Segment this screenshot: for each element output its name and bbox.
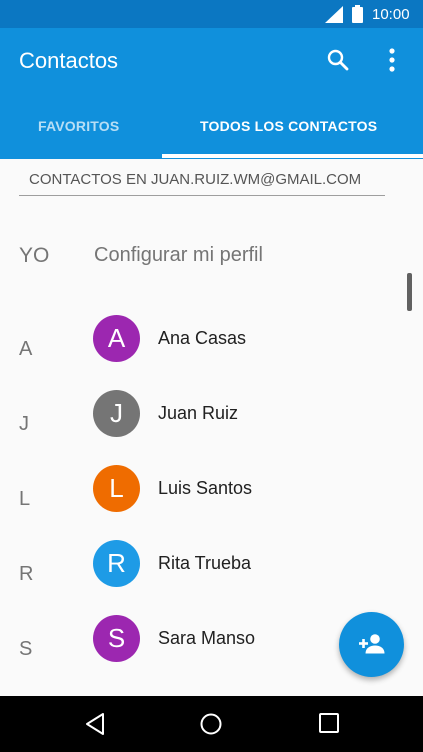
configure-profile-link[interactable]: Configurar mi perfil bbox=[94, 244, 263, 267]
section-letter: A bbox=[19, 338, 33, 360]
contact-name: Juan Ruiz bbox=[158, 403, 239, 423]
add-person-icon bbox=[359, 634, 385, 654]
section-letter: J bbox=[19, 413, 29, 435]
contact-name: Rita Trueba bbox=[158, 553, 252, 573]
tab-todos-los-contactos[interactable]: TODOS LOS CONTACTOS bbox=[200, 118, 377, 134]
avatar: J bbox=[93, 390, 140, 437]
tab-favoritos[interactable]: FAVORITOS bbox=[38, 118, 119, 134]
home-icon[interactable] bbox=[199, 712, 223, 736]
status-time: 10:00 bbox=[372, 6, 410, 23]
avatar: A bbox=[93, 315, 140, 362]
contact-row[interactable]: R R Rita Trueba bbox=[0, 540, 423, 610]
section-letter: S bbox=[19, 638, 33, 660]
navigation-bar bbox=[0, 696, 423, 752]
contact-name: Ana Casas bbox=[158, 328, 247, 348]
signal-icon bbox=[325, 6, 343, 23]
contact-name: Luis Santos bbox=[158, 478, 253, 498]
contact-name: Sara Manso bbox=[158, 628, 256, 648]
contact-row[interactable]: A A Ana Casas bbox=[0, 315, 423, 385]
contact-row[interactable]: J J Juan Ruiz bbox=[0, 390, 423, 460]
scrollbar-thumb[interactable] bbox=[407, 273, 412, 311]
account-header: CONTACTOS EN JUAN.RUIZ.WM@GMAIL.COM bbox=[19, 171, 385, 196]
me-section-letter: YO bbox=[19, 244, 50, 267]
battery-icon bbox=[352, 5, 363, 23]
back-icon[interactable] bbox=[84, 712, 106, 736]
page-title: Contactos bbox=[19, 48, 119, 73]
recents-icon[interactable] bbox=[318, 712, 340, 734]
app-bar: Contactos FAVORITOS TODOS LOS CONTACTOS bbox=[0, 28, 423, 159]
tab-indicator bbox=[162, 154, 423, 158]
contact-row[interactable]: L L Luis Santos bbox=[0, 465, 423, 535]
add-contact-button[interactable] bbox=[339, 612, 404, 677]
section-letter: R bbox=[19, 563, 34, 585]
status-bar: 10:00 bbox=[0, 0, 423, 28]
search-icon[interactable] bbox=[326, 48, 350, 72]
avatar: S bbox=[93, 615, 140, 662]
avatar: R bbox=[93, 540, 140, 587]
more-vert-icon[interactable] bbox=[381, 46, 403, 74]
avatar: L bbox=[93, 465, 140, 512]
section-letter: L bbox=[19, 488, 31, 510]
